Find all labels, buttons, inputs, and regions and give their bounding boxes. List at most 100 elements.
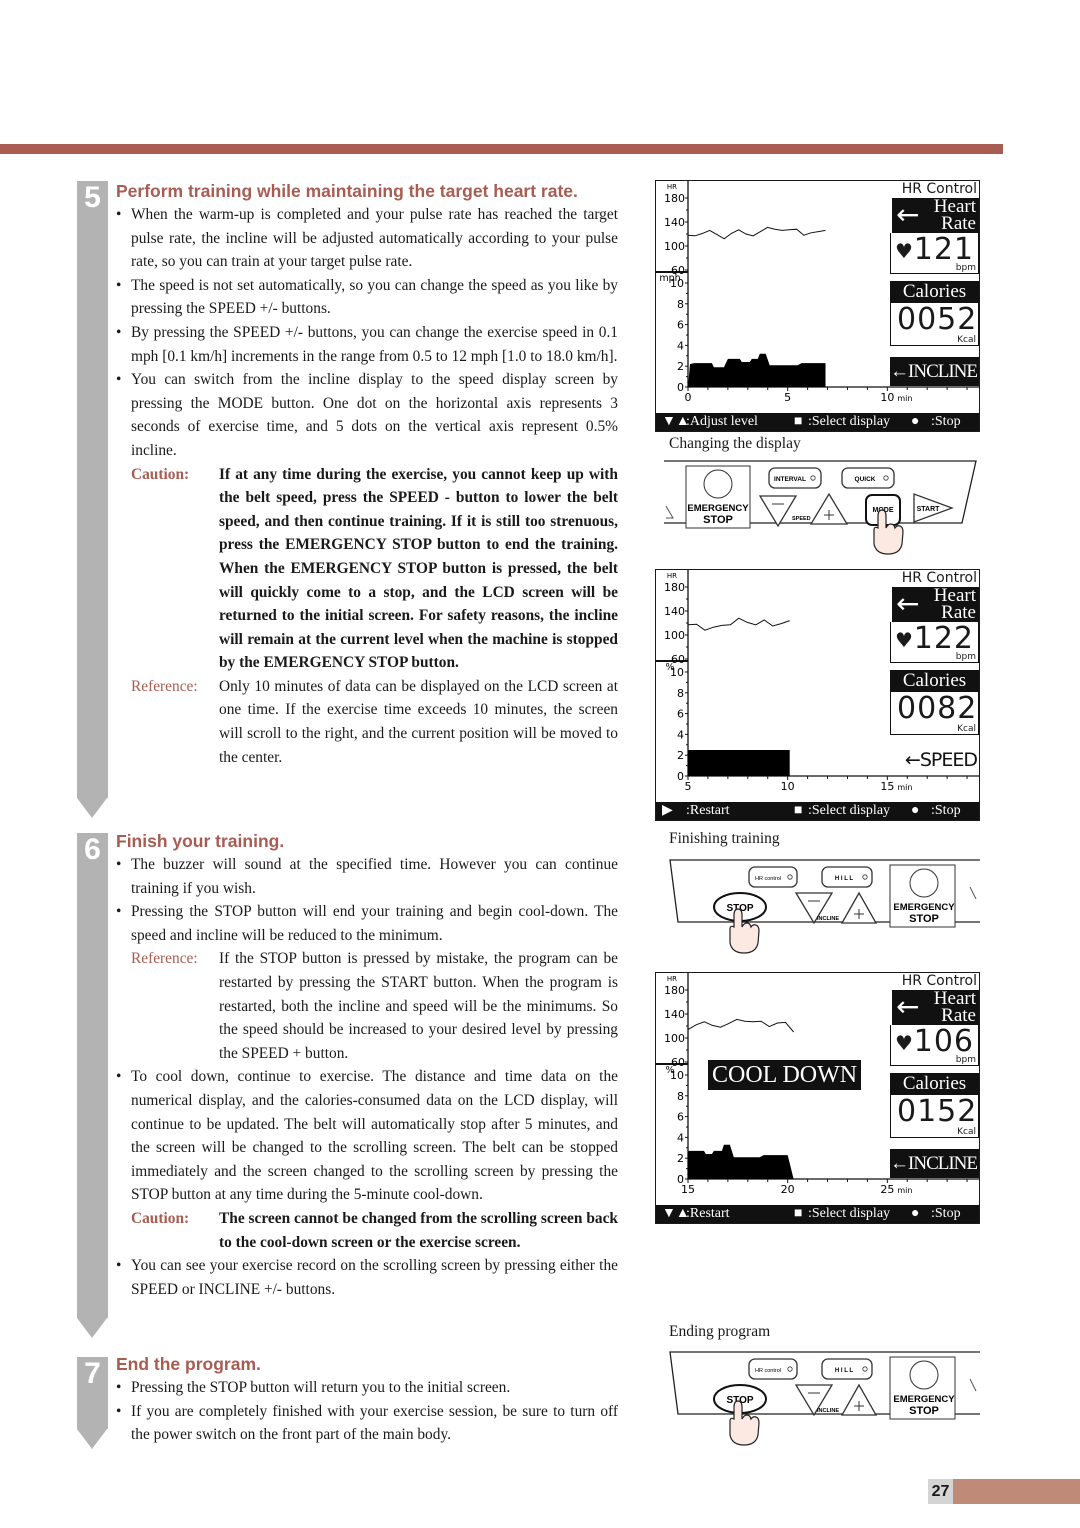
emergency-stop-button[interactable]: EMERGENCYSTOP [889,864,956,928]
footer-action-1: :Restart [686,1206,730,1221]
x-tick-label: 5 [784,391,791,404]
footer-action-1: :Restart [686,803,730,818]
bullet-item: Pressing the STOP button will end your t… [116,900,618,947]
step-arrow [77,1318,107,1338]
arrow-left-icon: ← [896,990,920,1023]
caution-label: Caution: [131,465,190,483]
level-area [688,1144,794,1179]
console-panel-mode: EMERGENCY STOP INTERVAL QUICK SPEED MODE [662,458,982,558]
caution-note: Caution: If at any time during the exerc… [116,463,618,675]
bpm-unit: bpm [955,263,976,273]
reference-note: Reference: If the STOP button is pressed… [116,947,618,1065]
kcal-unit: Kcal [957,724,976,734]
hr-tick-label: 100 [664,629,685,642]
hr-control-button[interactable]: HR control [748,1358,798,1380]
page-tab [953,1479,1080,1504]
lcd-screen-exercise: HR 180 140 100 60 mph 10 8 6 4 2 0 0 5 10 min HR Control… [655,180,980,432]
hill-button[interactable]: H I L L [821,866,873,888]
bullet-item: To cool down, continue to exercise. The … [116,1065,618,1207]
hr-tick-label: 140 [664,605,685,618]
lower-tick-label: 8 [677,1090,684,1103]
stop-label: STOP [909,1405,939,1417]
reference-text: Only 10 minutes of data can be displayed… [219,677,618,766]
footer-action-3: :Stop [931,803,961,818]
bullet-item: If you are completely finished with your… [116,1400,618,1447]
x-unit-label: min [897,783,912,792]
x-tick-label: 10 [880,391,894,404]
calories-value-box: 0082 Kcal [890,692,979,735]
lcd-footer-legend: ▼▲:Restart ■:Select display ●:Stop [656,1205,979,1223]
lower-tick-label: 10 [670,277,684,290]
heart-icon: ♥ [895,1031,913,1055]
lower-tick-label: 6 [677,708,684,721]
calories-label: Calories [890,670,979,692]
hill-label: H I L L [835,1368,854,1374]
hr-control-button[interactable]: HR control [748,866,798,888]
figure-caption: Changing the display [669,435,801,452]
calories-value-box: 0152 Kcal [890,1095,979,1138]
page-number: 27 [928,1479,953,1504]
x-tick-label: 0 [685,391,692,404]
calories-value: 0152 [897,1094,978,1129]
bullet-item: You can see your exercise record on the … [116,1254,618,1301]
step-number: 5 [84,181,101,214]
hr-tick-label: 180 [664,984,685,997]
interval-label: INTERVAL [774,476,806,483]
lcd-info-panel: HR Control ← Heart Rate ♥ 106 bpm Calories 0152 K… [890,973,979,1178]
calories-label: Calories [890,281,979,303]
reference-label: Reference: [131,950,198,968]
lcd-screen-cooldown: HR 180 140 100 60% 10 8 6 4 2 0 15 20 25 min HR Control… [655,972,980,1224]
emergency-stop-button[interactable]: EMERGENCYSTOP [889,1356,956,1420]
step-7-rail: 7 [77,1357,108,1449]
hr-control-label: HR control [755,876,781,882]
hr-tick-label: 100 [664,1032,685,1045]
step-number: 7 [84,1357,101,1390]
footer-action-2: :Select display [808,414,891,429]
emergency-label: EMERGENCY [893,902,955,913]
interval-button[interactable]: INTERVAL [768,467,822,489]
footer-action-2: :Select display [808,803,891,818]
square-icon: ■ [794,1206,803,1221]
footer-action-1: :Adjust level [686,414,758,429]
display-mode-tag: ←INCLINE [890,357,979,386]
kcal-unit: Kcal [957,335,976,345]
footer-action-3: :Stop [931,1206,961,1221]
footer-action-3: :Stop [931,414,961,429]
step-6-rail: 6 [77,833,108,1338]
emergency-stop-button[interactable]: EMERGENCY STOP [685,465,751,529]
heart-rate-label: ← Heart Rate [892,989,979,1026]
heart-rate-line [687,226,826,240]
level-area [688,750,790,776]
bullet-item: You can switch from the incline display … [116,368,618,462]
lower-tick-label: 4 [677,1131,684,1144]
lower-tick-label: 8 [677,687,684,700]
bullet-item: The buzzer will sound at the specified t… [116,853,618,900]
hill-label: H I L L [835,876,854,882]
hr-tick-label: 100 [664,240,685,253]
footer-action-2: :Select display [808,1206,891,1221]
emergency-label: EMERGENCY [893,1394,955,1405]
heart-rate-line [687,617,790,631]
rate-label: Rate [941,1005,976,1026]
caution-note: Caution: The screen cannot be changed fr… [116,1207,618,1254]
caution-text: The screen cannot be changed from the sc… [219,1209,618,1251]
x-tick-label: 5 [685,780,692,793]
step-title: End the program. [116,1354,261,1374]
step-title: Perform training while maintaining the t… [116,181,578,201]
quick-button[interactable]: QUICK [841,467,895,489]
hr-control-label: HR control [755,1368,781,1374]
reference-label: Reference: [131,677,198,695]
heart-rate-line [687,1018,794,1033]
bullet-list: You can see your exercise record on the … [116,1254,618,1301]
step-number: 6 [84,833,101,866]
bpm-unit: bpm [955,652,976,662]
caution-text: If at any time during the exercise, you … [219,465,618,672]
hill-button[interactable]: H I L L [821,1358,873,1380]
circle-icon: ● [911,803,920,818]
lower-tick-label: 4 [677,728,684,741]
level-area [688,353,826,387]
speed-label: SPEED [792,516,811,522]
step-5-section: Perform training while maintaining the t… [116,179,618,769]
lower-tick-label: 0 [677,770,684,783]
hr-axis-label: HR [667,572,677,580]
